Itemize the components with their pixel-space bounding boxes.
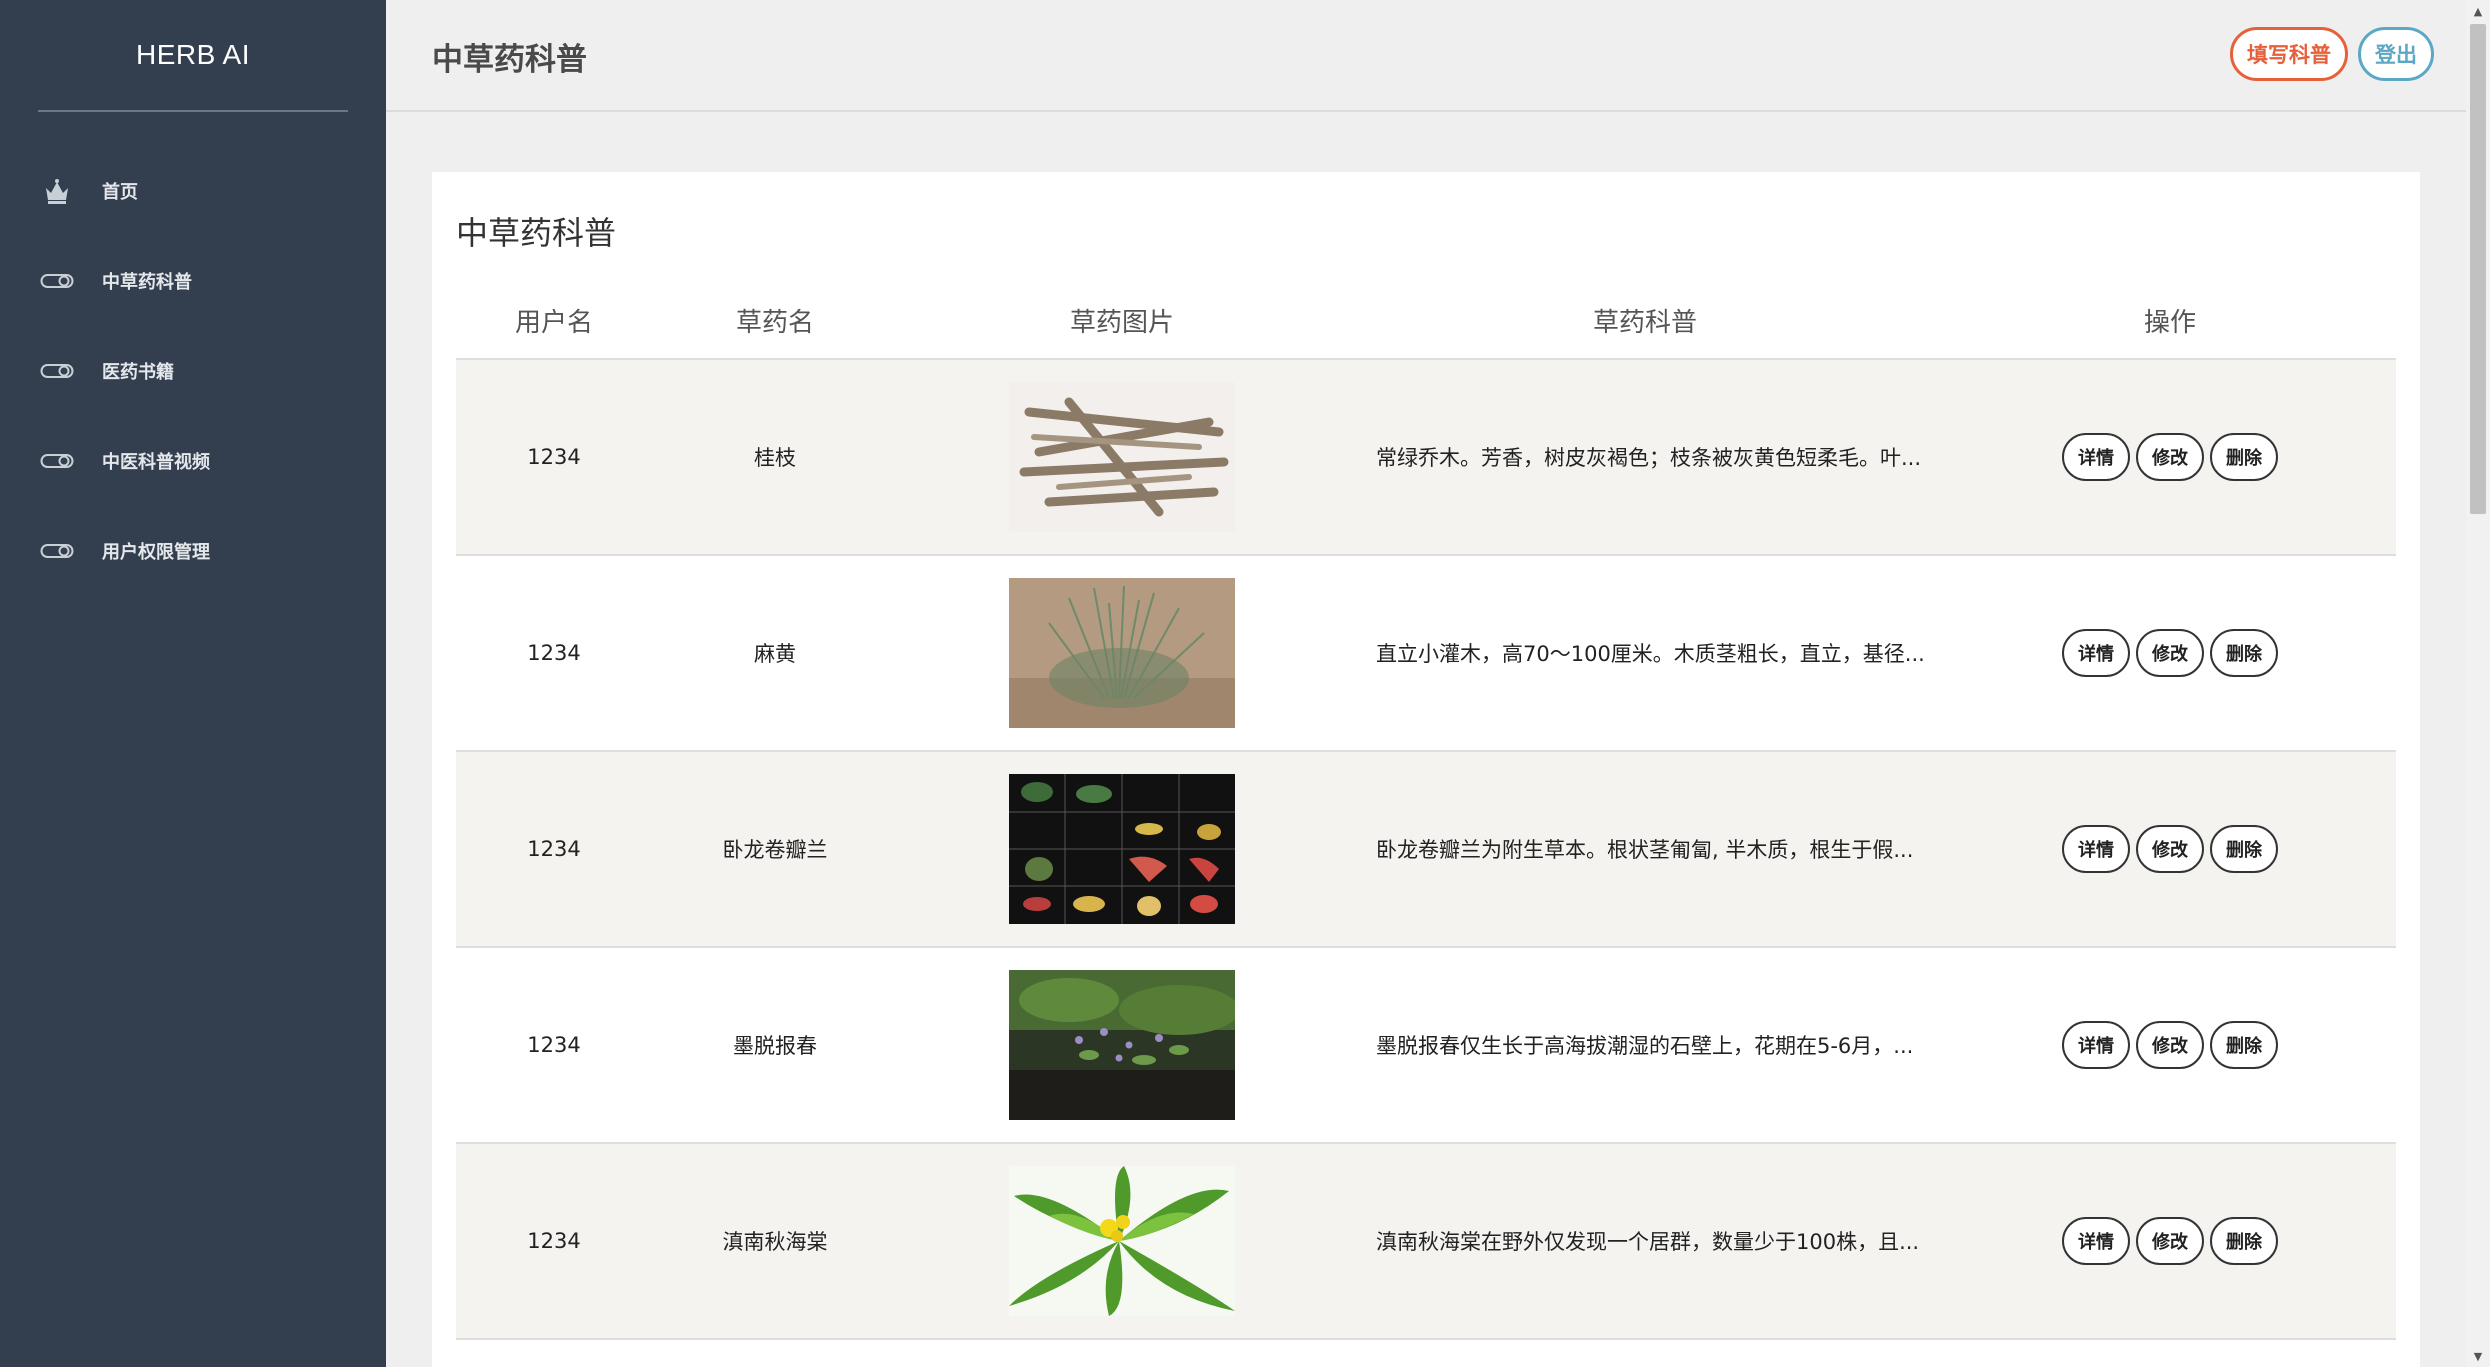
scroll-thumb[interactable] bbox=[2470, 24, 2486, 514]
sidebar-item-label: 中草药科普 bbox=[102, 272, 192, 293]
cell-username: 1234 bbox=[527, 1229, 581, 1253]
cell-actions: 详情 修改 删除 bbox=[1944, 1217, 2396, 1265]
column-header-username: 用户名 bbox=[514, 307, 593, 338]
detail-button[interactable]: 详情 bbox=[2062, 825, 2130, 873]
top-header: 中草药科普 填写科普 登出 bbox=[386, 0, 2466, 112]
table-row: 1234 麻黄 直立小灌木，高70～100厘米。木质茎粗长，直立，基径... 详… bbox=[456, 556, 2396, 752]
cell-actions: 详情 修改 删除 bbox=[1944, 629, 2396, 677]
content-card: 中草药科普 用户名 草药名 草药图片 草药科普 操作 1234 桂枝 常绿乔木。… bbox=[432, 172, 2420, 1367]
herb-image-begonia bbox=[1009, 1166, 1235, 1316]
detail-button[interactable]: 详情 bbox=[2062, 629, 2130, 677]
cell-username: 1234 bbox=[527, 641, 581, 665]
cell-herb-name: 墨脱报春 bbox=[733, 1034, 817, 1058]
herb-image-bulbophyllum bbox=[1009, 774, 1235, 924]
cell-herb-image bbox=[898, 774, 1346, 924]
table-header: 用户名 草药名 草药图片 草药科普 操作 bbox=[456, 282, 2396, 360]
sidebar: HERB AI 首页 中草药科普 医药书籍 中医科普视频 用户权限管理 bbox=[0, 0, 386, 1367]
sidebar-item-herbs[interactable]: 中草药科普 bbox=[0, 236, 386, 326]
delete-button[interactable]: 删除 bbox=[2210, 433, 2278, 481]
sidebar-item-home[interactable]: 首页 bbox=[0, 146, 386, 236]
edit-button[interactable]: 修改 bbox=[2136, 1217, 2204, 1265]
scroll-down-arrow-icon[interactable]: ▼ bbox=[2466, 1345, 2490, 1367]
cell-username: 1234 bbox=[527, 445, 581, 469]
cell-herb-name: 滇南秋海棠 bbox=[722, 1230, 828, 1254]
page-title: 中草药科普 bbox=[432, 42, 587, 78]
cell-herb-name: 桂枝 bbox=[754, 446, 796, 470]
sidebar-item-books[interactable]: 医药书籍 bbox=[0, 326, 386, 416]
sidebar-item-label: 首页 bbox=[102, 182, 138, 203]
cell-herb-description: 常绿乔木。芳香，树皮灰褐色；枝条被灰黄色短柔毛。叶... bbox=[1376, 446, 1922, 470]
column-header-herb-description: 草药科普 bbox=[1592, 307, 1697, 338]
edit-button[interactable]: 修改 bbox=[2136, 825, 2204, 873]
toggle-icon bbox=[40, 264, 74, 298]
toggle-icon bbox=[40, 444, 74, 478]
page-scrollbar[interactable]: ▲ ▼ bbox=[2466, 0, 2490, 1367]
write-article-button[interactable]: 填写科普 bbox=[2230, 27, 2348, 81]
column-header-herb-name: 草药名 bbox=[735, 307, 814, 338]
cell-herb-description: 滇南秋海棠在野外仅发现一个居群，数量少于100株，且... bbox=[1376, 1230, 1920, 1254]
cell-actions: 详情 修改 删除 bbox=[1944, 433, 2396, 481]
herb-table: 用户名 草药名 草药图片 草药科普 操作 1234 桂枝 常绿乔木。芳香，树皮灰… bbox=[456, 282, 2396, 1367]
sidebar-item-label: 医药书籍 bbox=[102, 362, 174, 383]
cell-username: 1234 bbox=[527, 1033, 581, 1057]
detail-button[interactable]: 详情 bbox=[2062, 1217, 2130, 1265]
sidebar-divider bbox=[38, 110, 348, 112]
delete-button[interactable]: 删除 bbox=[2210, 825, 2278, 873]
delete-button[interactable]: 删除 bbox=[2210, 629, 2278, 677]
table-row: 1234 墨脱报春 墨脱报春仅生长于高海拔潮湿的石壁上，花期在5-6月，... … bbox=[456, 948, 2396, 1144]
delete-button[interactable]: 删除 bbox=[2210, 1021, 2278, 1069]
detail-button[interactable]: 详情 bbox=[2062, 433, 2130, 481]
sidebar-item-label: 用户权限管理 bbox=[102, 542, 210, 563]
logout-button[interactable]: 登出 bbox=[2358, 27, 2434, 81]
cell-herb-image bbox=[898, 578, 1346, 728]
herb-image-primula bbox=[1009, 970, 1235, 1120]
edit-button[interactable]: 修改 bbox=[2136, 1021, 2204, 1069]
cell-herb-image bbox=[898, 1166, 1346, 1316]
brand-logo: HERB AI bbox=[136, 39, 250, 70]
cell-herb-description: 卧龙卷瓣兰为附生草本。根状茎匍匐, 半木质，根生于假... bbox=[1376, 838, 1914, 862]
sidebar-item-label: 中医科普视频 bbox=[102, 452, 210, 473]
cell-herb-name: 卧龙卷瓣兰 bbox=[722, 838, 828, 862]
edit-button[interactable]: 修改 bbox=[2136, 629, 2204, 677]
table-row: 1234 卧龙卷瓣兰 卧龙卷瓣兰为附生草本。根状茎匍匐, 半木质，根生于假...… bbox=[456, 752, 2396, 948]
cell-herb-description: 墨脱报春仅生长于高海拔潮湿的石壁上，花期在5-6月，... bbox=[1376, 1034, 1914, 1058]
cell-herb-image bbox=[898, 382, 1346, 532]
cell-actions: 详情 修改 删除 bbox=[1944, 825, 2396, 873]
toggle-icon bbox=[40, 534, 74, 568]
table-row: 1234 滇南秋海棠 滇南秋海棠在野外仅发现一个居群，数量少于100株，且...… bbox=[456, 1144, 2396, 1340]
crown-icon bbox=[40, 174, 74, 208]
herb-image-ephedra bbox=[1009, 578, 1235, 728]
column-header-herb-image: 草药图片 bbox=[1069, 307, 1174, 338]
cell-actions: 详情 修改 删除 bbox=[1944, 1021, 2396, 1069]
toggle-icon bbox=[40, 354, 74, 388]
table-row bbox=[456, 1340, 2396, 1367]
table-row: 1234 桂枝 常绿乔木。芳香，树皮灰褐色；枝条被灰黄色短柔毛。叶... 详情 … bbox=[456, 360, 2396, 556]
herb-image-cinnamon-twig bbox=[1009, 382, 1235, 532]
scroll-up-arrow-icon[interactable]: ▲ bbox=[2466, 0, 2490, 22]
cell-username: 1234 bbox=[527, 837, 581, 861]
cell-herb-description: 直立小灌木，高70～100厘米。木质茎粗长，直立，基径... bbox=[1376, 642, 1925, 666]
sidebar-item-videos[interactable]: 中医科普视频 bbox=[0, 416, 386, 506]
sidebar-item-permissions[interactable]: 用户权限管理 bbox=[0, 506, 386, 596]
cell-herb-name: 麻黄 bbox=[754, 642, 796, 666]
sidebar-nav: 首页 中草药科普 医药书籍 中医科普视频 用户权限管理 bbox=[0, 146, 386, 596]
card-title: 中草药科普 bbox=[456, 214, 617, 252]
delete-button[interactable]: 删除 bbox=[2210, 1217, 2278, 1265]
column-header-actions: 操作 bbox=[2143, 307, 2196, 338]
detail-button[interactable]: 详情 bbox=[2062, 1021, 2130, 1069]
edit-button[interactable]: 修改 bbox=[2136, 433, 2204, 481]
cell-herb-image bbox=[898, 970, 1346, 1120]
